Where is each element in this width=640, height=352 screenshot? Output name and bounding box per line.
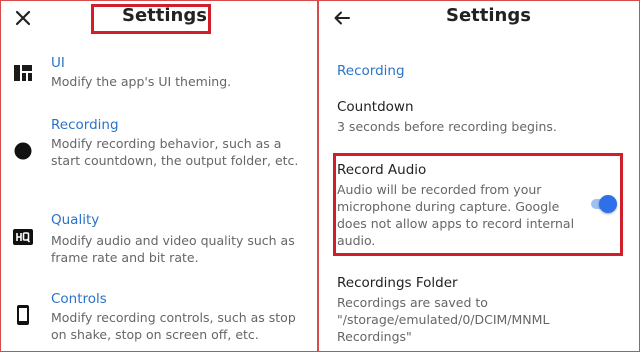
toggle-thumb bbox=[599, 195, 617, 213]
record-audio-toggle[interactable] bbox=[589, 195, 617, 213]
section-header: Recording bbox=[337, 63, 405, 79]
settings-item-desc: Modify audio and video quality such as f… bbox=[51, 233, 295, 265]
setting-title: Recordings Folder bbox=[337, 275, 458, 291]
settings-item-desc: Modify the app's UI theming. bbox=[51, 74, 232, 89]
settings-item-title: Controls bbox=[51, 291, 107, 307]
settings-item-title: Recording bbox=[51, 117, 119, 133]
setting-title: Countdown bbox=[337, 99, 414, 115]
setting-desc: Recordings are saved to "/storage/emulat… bbox=[337, 295, 550, 344]
setting-record-audio[interactable]: Record Audio Audio will be recorded from… bbox=[337, 162, 585, 249]
back-arrow-icon[interactable] bbox=[333, 9, 351, 27]
setting-recordings-folder[interactable]: Recordings Folder Recordings are saved t… bbox=[337, 275, 597, 345]
setting-desc: 3 seconds before recording begins. bbox=[337, 119, 557, 134]
settings-item-title: UI bbox=[51, 55, 65, 71]
app-bar: Settings bbox=[319, 0, 640, 36]
settings-item-desc: Modify recording controls, such as stop … bbox=[51, 310, 296, 342]
setting-countdown[interactable]: Countdown 3 seconds before recording beg… bbox=[337, 99, 607, 135]
settings-item-title: Quality bbox=[51, 212, 100, 228]
page-title: Settings bbox=[446, 5, 531, 26]
record-dot-icon bbox=[14, 142, 32, 160]
phone-icon bbox=[17, 305, 29, 325]
hq-icon bbox=[13, 229, 33, 245]
settings-item-desc: Modify recording behavior, such as a sta… bbox=[51, 136, 299, 168]
recording-settings-pane: Settings Recording Countdown 3 seconds b… bbox=[319, 0, 640, 352]
dashboard-icon bbox=[14, 65, 32, 81]
close-icon[interactable] bbox=[14, 9, 32, 27]
setting-title: Record Audio bbox=[337, 162, 427, 178]
settings-main-pane: Settings UI Modify the app's UI theming.… bbox=[0, 0, 317, 352]
title-highlight-box bbox=[91, 4, 211, 34]
setting-desc: Audio will be recorded from your microph… bbox=[337, 182, 575, 248]
